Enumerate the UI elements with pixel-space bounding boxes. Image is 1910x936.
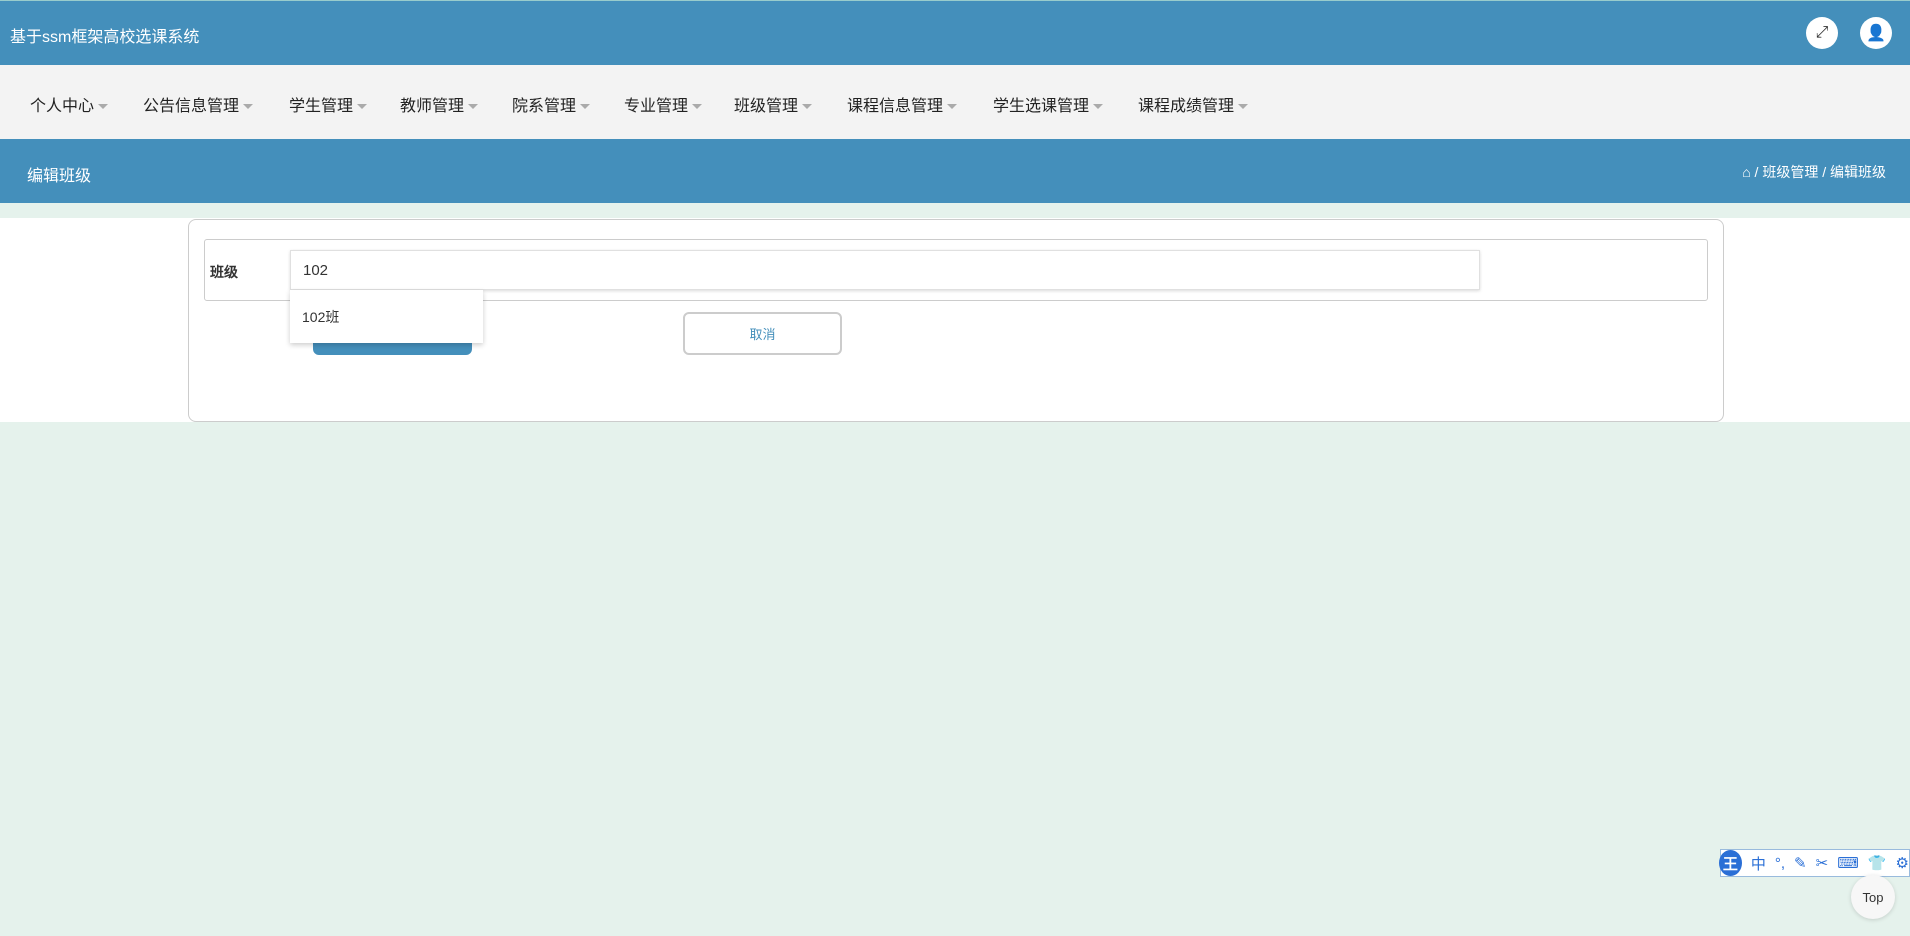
- scissors-icon[interactable]: ✂: [1816, 854, 1829, 872]
- caret-down-icon: [692, 104, 703, 110]
- keyboard-icon[interactable]: ⌨: [1837, 854, 1859, 872]
- pen-icon[interactable]: ✎: [1794, 854, 1807, 872]
- breadcrumb-sep: /: [1754, 164, 1759, 180]
- caret-down-icon: [580, 104, 591, 110]
- autocomplete-option[interactable]: 102班: [302, 307, 339, 327]
- breadcrumb: ⌂ / 班级管理 / 编辑班级: [1742, 162, 1886, 182]
- breadcrumb-sep: /: [1822, 164, 1827, 180]
- caret-down-icon: [947, 104, 958, 110]
- class-input[interactable]: [290, 250, 1480, 290]
- nav-item[interactable]: 班级管理: [734, 92, 813, 116]
- page-title: 编辑班级: [27, 168, 92, 185]
- user-icon: 👤: [1866, 25, 1886, 42]
- breadcrumb-item: 编辑班级: [1830, 164, 1886, 180]
- caret-down-icon: [468, 104, 479, 110]
- nav-label: 个人中心: [30, 98, 95, 115]
- breadcrumb-item[interactable]: 班级管理: [1762, 164, 1818, 180]
- nav-label: 学生管理: [289, 98, 354, 115]
- home-icon[interactable]: ⌂: [1742, 164, 1750, 180]
- nav-item[interactable]: 学生管理: [289, 92, 368, 116]
- caret-down-icon: [98, 104, 109, 110]
- nav-item[interactable]: 专业管理: [624, 92, 703, 116]
- nav-label: 专业管理: [624, 98, 689, 115]
- ime-logo[interactable]: 王: [1719, 850, 1742, 876]
- app-title: 基于ssm框架高校选课系统: [10, 29, 200, 46]
- nav-item[interactable]: 课程信息管理: [847, 92, 958, 116]
- caret-down-icon: [802, 104, 813, 110]
- top-header: 基于ssm框架高校选课系统 ⤢ 👤: [0, 0, 1910, 65]
- user-button[interactable]: 👤: [1860, 17, 1892, 49]
- nav-label: 班级管理: [734, 98, 799, 115]
- caret-down-icon: [243, 104, 254, 110]
- class-label: 班级: [210, 264, 238, 280]
- caret-down-icon: [1093, 104, 1104, 110]
- autocomplete-dropdown: 102班: [290, 290, 483, 343]
- nav-item[interactable]: 学生选课管理: [993, 92, 1104, 116]
- main-nav: 个人中心 公告信息管理 学生管理 教师管理 院系管理 专业管理 班级管理 课程信…: [0, 65, 1910, 139]
- chinese-mode-icon[interactable]: 中: [1751, 853, 1766, 874]
- nav-item[interactable]: 教师管理: [400, 92, 479, 116]
- nav-label: 学生选课管理: [993, 98, 1090, 115]
- settings-icon[interactable]: ⚙: [1896, 854, 1909, 872]
- fullscreen-button[interactable]: ⤢: [1806, 17, 1838, 49]
- skin-icon[interactable]: 👕: [1868, 854, 1887, 872]
- nav-item[interactable]: 公告信息管理: [143, 92, 254, 116]
- caret-down-icon: [357, 104, 368, 110]
- nav-item[interactable]: 课程成绩管理: [1138, 92, 1249, 116]
- nav-label: 院系管理: [512, 98, 577, 115]
- nav-item[interactable]: 院系管理: [512, 92, 591, 116]
- cancel-button[interactable]: 取消: [683, 312, 842, 355]
- page-title-bar: 编辑班级 ⌂ / 班级管理 / 编辑班级: [0, 139, 1910, 203]
- punctuation-icon[interactable]: °,: [1775, 855, 1785, 872]
- caret-down-icon: [1238, 104, 1249, 110]
- expand-icon: ⤢: [1815, 24, 1829, 41]
- nav-label: 公告信息管理: [143, 98, 240, 115]
- nav-label: 课程信息管理: [847, 98, 944, 115]
- back-to-top-button[interactable]: Top: [1851, 875, 1895, 919]
- nav-label: 教师管理: [400, 98, 465, 115]
- ime-toolbar: 王 中 °, ✎ ✂ ⌨ 👕 ⚙: [1719, 849, 1910, 877]
- nav-item[interactable]: 个人中心: [30, 92, 109, 116]
- nav-label: 课程成绩管理: [1138, 98, 1235, 115]
